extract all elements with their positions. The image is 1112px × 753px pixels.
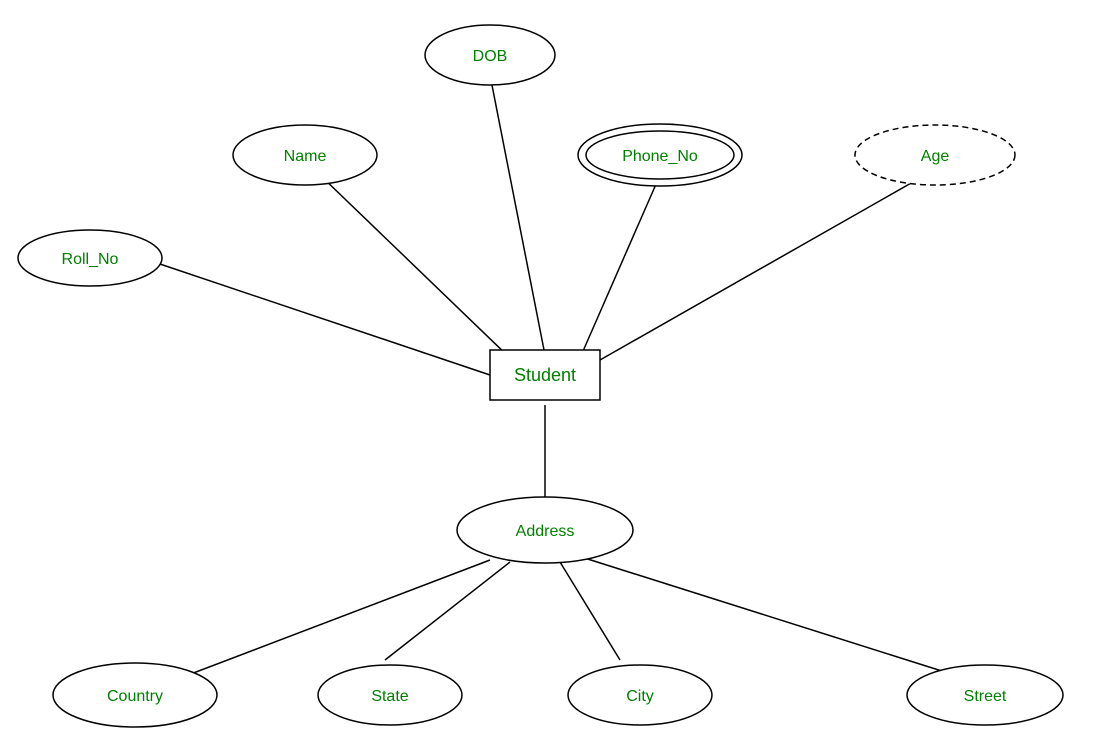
- line-address-street: [575, 555, 945, 672]
- line-student-phone: [580, 175, 660, 358]
- name-label: Name: [284, 148, 327, 165]
- line-student-rollno: [148, 260, 490, 375]
- country-label: Country: [107, 688, 163, 705]
- dob-label: DOB: [473, 48, 508, 65]
- line-student-dob: [490, 75, 545, 355]
- line-address-city: [560, 562, 620, 660]
- line-student-name: [320, 175, 510, 358]
- rollno-label: Roll_No: [62, 251, 119, 268]
- street-label: Street: [964, 688, 1007, 705]
- line-student-age: [600, 178, 920, 360]
- phone-label: Phone_No: [622, 148, 698, 165]
- er-diagram: Student DOB Name Phone_No Age Roll_No Ad…: [0, 0, 1112, 753]
- state-label: State: [371, 688, 408, 705]
- student-label: Student: [514, 365, 576, 385]
- city-label: City: [626, 688, 654, 705]
- age-label: Age: [921, 148, 950, 165]
- line-address-country: [175, 560, 490, 680]
- address-label: Address: [516, 523, 575, 540]
